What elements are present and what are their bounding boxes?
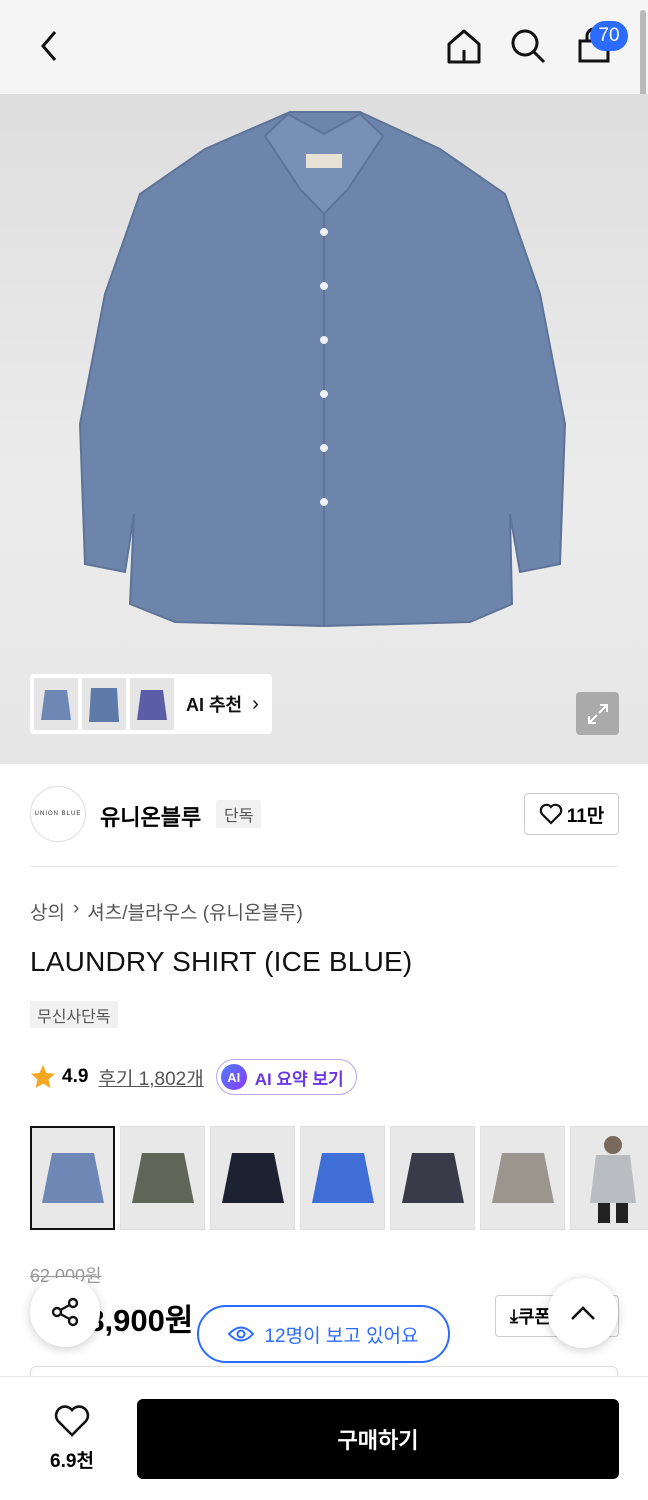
breadcrumb: 상의 › 셔츠/블라우스 (유니온블루) — [30, 898, 303, 925]
expand-button[interactable] — [576, 692, 619, 735]
recommend-thumb[interactable] — [34, 678, 78, 730]
product-title: LAUNDRY SHIRT (ICE BLUE) — [30, 946, 413, 977]
shirt-image — [78, 111, 567, 628]
viewers-indicator[interactable]: 12명이 보고 있어요 — [197, 1305, 450, 1363]
breadcrumb-item[interactable]: 상의 — [30, 898, 65, 925]
ai-icon: AI — [220, 1064, 247, 1090]
brand-like-count: 11만 — [566, 805, 605, 827]
breadcrumb-item[interactable]: 셔츠/블라우스 (유니온블루) — [87, 898, 303, 925]
color-swatch[interactable] — [210, 1126, 295, 1230]
share-icon — [51, 1297, 79, 1327]
rating-row: 4.9 후기 1,802개 AI AI 요약 보기 — [30, 1059, 357, 1095]
review-link[interactable]: 후기 1,802개 — [98, 1064, 203, 1091]
search-button[interactable] — [504, 22, 552, 70]
color-swatch[interactable] — [390, 1126, 475, 1230]
coupon-label: 쿠폰 — [517, 1307, 552, 1327]
heart-icon — [54, 1404, 90, 1437]
brand-like-button[interactable]: 11만 — [524, 793, 619, 835]
back-button[interactable] — [26, 22, 74, 70]
color-swatch[interactable] — [120, 1126, 205, 1230]
expand-icon — [587, 703, 608, 724]
ai-recommend-label: AI 추천 — [186, 695, 243, 715]
color-swatch[interactable] — [300, 1126, 385, 1230]
recommend-thumb[interactable] — [82, 678, 126, 730]
wishlist-button[interactable]: 6.9천 — [30, 1398, 114, 1478]
product-tag: 무신사단독 — [30, 1001, 118, 1028]
download-icon: ⤓ — [510, 1305, 518, 1326]
wishlist-count: 6.9천 — [50, 1450, 94, 1472]
chevron-right-icon: › — [72, 898, 80, 919]
viewers-label: 12명이 보고 있어요 — [264, 1325, 419, 1347]
home-icon — [447, 29, 481, 64]
color-swatch[interactable] — [30, 1126, 115, 1230]
recommend-thumb[interactable] — [130, 678, 174, 730]
ai-summary-button[interactable]: AI AI 요약 보기 — [215, 1059, 357, 1095]
ai-summary-label: AI 요약 보기 — [254, 1069, 344, 1089]
chevron-left-icon — [41, 31, 57, 61]
color-swatch[interactable] — [570, 1126, 648, 1230]
brand-name[interactable]: 유니온블루 — [100, 800, 201, 832]
color-options — [30, 1126, 648, 1230]
scroll-top-button[interactable] — [548, 1278, 618, 1348]
exclusive-tag: 단독 — [216, 800, 262, 828]
home-button[interactable] — [440, 22, 488, 70]
color-swatch[interactable] — [480, 1126, 565, 1230]
cart-count-badge: 70 — [590, 21, 628, 51]
star-icon — [31, 1065, 55, 1088]
divider — [30, 866, 618, 867]
search-icon — [511, 29, 546, 64]
share-button[interactable] — [30, 1277, 100, 1347]
top-app-bar: 70 — [0, 0, 648, 146]
chevron-right-icon: › — [252, 692, 259, 715]
chevron-up-icon — [571, 1306, 595, 1320]
product-image[interactable]: AI 추천 › — [0, 94, 648, 764]
rating-value: 4.9 — [62, 1066, 89, 1087]
eye-icon — [228, 1326, 255, 1342]
brand-logo[interactable]: UNION BLUE — [30, 786, 86, 842]
ai-recommend-strip[interactable]: AI 추천 › — [30, 674, 272, 734]
heart-icon — [539, 803, 562, 825]
buy-button[interactable]: 구매하기 — [137, 1399, 619, 1479]
